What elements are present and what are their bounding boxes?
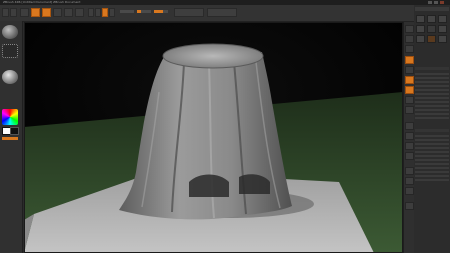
active-points-readout xyxy=(174,8,204,17)
palette-header[interactable] xyxy=(415,7,449,11)
mrgb-button[interactable] xyxy=(88,8,94,17)
minimize-icon[interactable] xyxy=(428,1,432,4)
palette-row[interactable] xyxy=(415,155,449,157)
palette-row[interactable] xyxy=(415,147,449,149)
palette-row[interactable] xyxy=(415,89,449,91)
palette-row[interactable] xyxy=(415,81,449,83)
frame-icon[interactable] xyxy=(405,122,414,130)
left-shelf xyxy=(0,21,23,253)
rotate-icon[interactable] xyxy=(405,152,414,160)
spix-icon[interactable] xyxy=(405,35,414,43)
scale-icon[interactable] xyxy=(405,142,414,150)
secondary-color-swatch[interactable] xyxy=(10,127,19,135)
lightbox-icon[interactable] xyxy=(10,8,17,17)
palette-row[interactable] xyxy=(415,175,449,177)
polyf-icon[interactable] xyxy=(405,167,414,175)
floor-icon[interactable] xyxy=(405,86,414,94)
move-button[interactable] xyxy=(53,8,62,17)
bpr-icon[interactable] xyxy=(405,25,414,33)
switch-color-button[interactable] xyxy=(2,137,18,140)
palette-row[interactable] xyxy=(415,167,449,169)
tool-thumbnail[interactable] xyxy=(416,15,425,23)
palette-row[interactable] xyxy=(415,171,449,173)
maximize-icon[interactable] xyxy=(434,1,438,4)
palette-row[interactable] xyxy=(415,85,449,87)
edit-button[interactable] xyxy=(31,8,40,17)
zbrush-window: ZBrush 4R6 [Untitled Document] ZBrush Do… xyxy=(0,0,450,253)
scene-render xyxy=(24,22,403,253)
projection-icon[interactable] xyxy=(20,8,29,17)
palette-row[interactable] xyxy=(415,139,449,141)
close-icon[interactable] xyxy=(440,1,444,4)
palette-row[interactable] xyxy=(415,151,449,153)
palette-row[interactable] xyxy=(415,113,449,115)
palette-row[interactable] xyxy=(415,105,449,107)
tool-thumbnail[interactable] xyxy=(416,35,425,43)
tool-thumbnail[interactable] xyxy=(438,25,447,33)
move-icon[interactable] xyxy=(405,132,414,140)
tool-thumbnail[interactable] xyxy=(427,15,436,23)
tool-thumbnail[interactable] xyxy=(438,15,447,23)
palette-row[interactable] xyxy=(415,135,449,137)
rgb-button[interactable] xyxy=(95,8,101,17)
palette-row[interactable] xyxy=(415,93,449,95)
color-picker-icon[interactable] xyxy=(2,109,18,125)
subtool-section-header[interactable] xyxy=(415,67,449,70)
actual-icon[interactable] xyxy=(405,66,414,74)
scroll-icon[interactable] xyxy=(405,45,414,53)
palette-row[interactable] xyxy=(415,101,449,103)
palette-row[interactable] xyxy=(415,73,449,75)
scale-button[interactable] xyxy=(64,8,73,17)
xyz-icon[interactable] xyxy=(405,106,414,114)
tool-palette xyxy=(414,5,450,253)
brush-icon[interactable] xyxy=(2,25,18,39)
palette-row[interactable] xyxy=(415,143,449,145)
rotate-button[interactable] xyxy=(75,8,84,17)
material-icon[interactable] xyxy=(2,70,18,84)
focal-shift-slider[interactable] xyxy=(120,10,134,13)
canvas-viewport[interactable] xyxy=(24,22,403,253)
zsub-button[interactable] xyxy=(109,8,115,17)
palette-row[interactable] xyxy=(415,163,449,165)
palette-row[interactable] xyxy=(415,97,449,99)
palette-row[interactable] xyxy=(415,179,449,181)
zoom-icon[interactable] xyxy=(405,56,414,64)
solo-icon[interactable] xyxy=(405,187,414,195)
top-toolbar xyxy=(0,5,450,22)
home-icon[interactable] xyxy=(2,8,9,17)
stroke-icon[interactable] xyxy=(2,44,18,58)
tool-thumbnail[interactable] xyxy=(416,25,425,33)
persp-icon[interactable] xyxy=(405,76,414,84)
xpose-icon[interactable] xyxy=(405,202,414,210)
tool-thumbnail[interactable] xyxy=(438,35,447,43)
geometry-section-header[interactable] xyxy=(415,129,449,132)
cylinder-tool-thumbnail[interactable] xyxy=(427,25,436,33)
draw-button[interactable] xyxy=(42,8,51,17)
palette-row[interactable] xyxy=(415,117,449,119)
local-icon[interactable] xyxy=(405,96,414,104)
active-tool-thumbnail[interactable] xyxy=(427,35,436,43)
palette-row[interactable] xyxy=(415,77,449,79)
total-points-readout xyxy=(207,8,237,17)
palette-row[interactable] xyxy=(415,159,449,161)
zadd-button[interactable] xyxy=(102,8,108,17)
palette-row[interactable] xyxy=(415,109,449,111)
z-intensity-slider[interactable] xyxy=(137,10,151,13)
transp-icon[interactable] xyxy=(405,177,414,185)
draw-size-slider[interactable] xyxy=(154,10,168,13)
